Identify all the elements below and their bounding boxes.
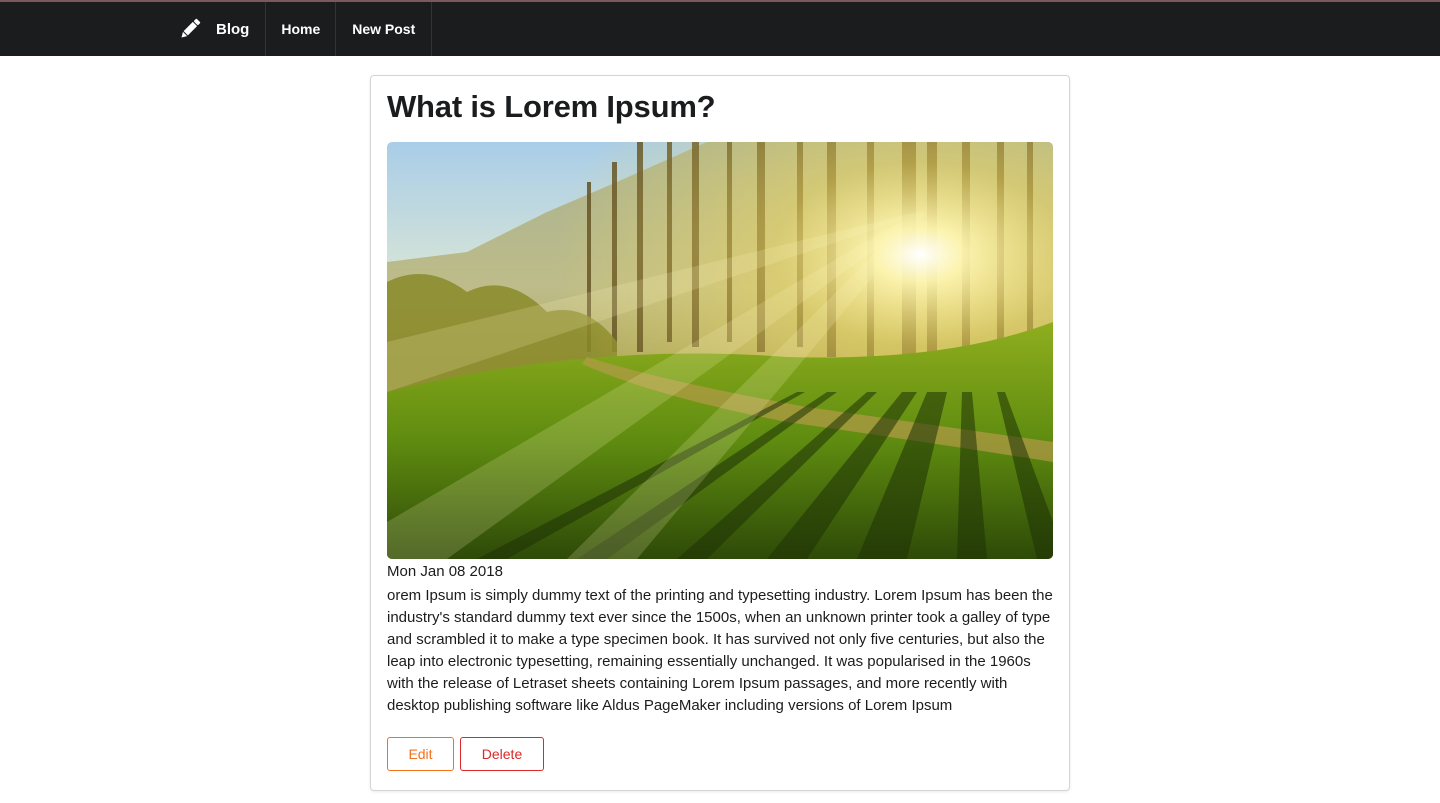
nav-item-new-post[interactable]: New Post <box>336 2 433 56</box>
post-title: What is Lorem Ipsum? <box>387 89 716 124</box>
post-body: orem Ipsum is simply dummy text of the p… <box>387 587 1053 714</box>
nav-brand-label: Blog <box>216 20 250 38</box>
nav-brand-blog[interactable]: Blog <box>163 2 267 56</box>
post-date: Mon Jan 08 2018 <box>387 563 503 580</box>
delete-button[interactable]: Delete <box>460 737 544 771</box>
post-image <box>387 142 1053 559</box>
nav-menu: Blog Home New Post <box>163 2 433 56</box>
post-card: What is Lorem Ipsum? Mon Jan 08 2018 ore… <box>370 75 1070 791</box>
top-navbar: Blog Home New Post <box>0 2 1440 56</box>
edit-button[interactable]: Edit <box>387 737 454 771</box>
pencil-icon <box>177 16 203 42</box>
nav-item-home[interactable]: Home <box>266 2 337 56</box>
